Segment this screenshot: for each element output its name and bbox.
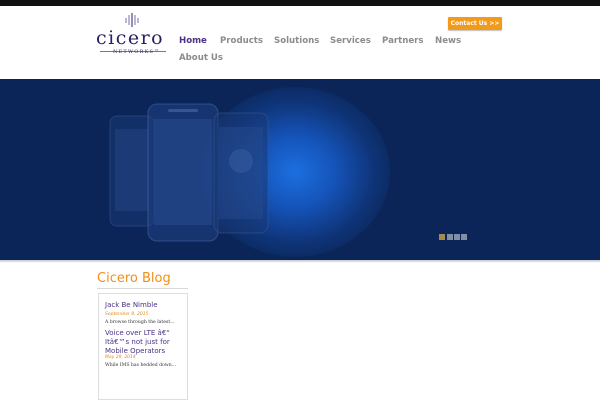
slide-dot[interactable] xyxy=(447,234,453,240)
blog-post-excerpt: While IMS has bedded down... xyxy=(105,363,177,368)
hero-shadow xyxy=(0,260,600,263)
slide-dot[interactable] xyxy=(454,234,460,240)
blog-post-excerpt: A browse through the latest... xyxy=(105,320,175,325)
hero-slider[interactable] xyxy=(0,79,600,260)
logo-waves-icon xyxy=(125,13,139,27)
nav-partners[interactable]: Partners xyxy=(382,36,424,46)
contact-us-button[interactable]: Contact Us >> xyxy=(448,17,502,30)
cicero-logo[interactable]: cicero NETWORKS™ xyxy=(96,13,170,57)
smartphones-image xyxy=(109,103,269,242)
blog-heading: Cicero Blog xyxy=(97,271,171,286)
nav-about-us[interactable]: About Us xyxy=(179,53,223,63)
blog-heading-divider xyxy=(97,288,188,289)
blog-post-date: September 8, 2015 xyxy=(105,312,149,317)
logo-subtitle: NETWORKS™ xyxy=(113,49,161,55)
nav-services[interactable]: Services xyxy=(330,36,371,46)
blog-posts-panel: Jack Be Nimble September 8, 2015 A brows… xyxy=(98,293,188,400)
slide-dot[interactable] xyxy=(461,234,467,240)
logo-wordmark: cicero xyxy=(96,27,165,49)
nav-solutions[interactable]: Solutions xyxy=(274,36,319,46)
nav-news[interactable]: News xyxy=(435,36,461,46)
site-header: cicero NETWORKS™ Contact Us >> Home Prod… xyxy=(0,6,600,79)
blog-post-title[interactable]: Jack Be Nimble xyxy=(105,301,185,310)
blog-post-date: May 29, 2014 xyxy=(105,355,136,360)
slide-dot[interactable] xyxy=(439,234,445,240)
blog-post-title[interactable]: Voice over LTE â€“ Itâ€™s not just for M… xyxy=(105,329,185,356)
nav-home[interactable]: Home xyxy=(179,36,207,46)
nav-products[interactable]: Products xyxy=(220,36,263,46)
